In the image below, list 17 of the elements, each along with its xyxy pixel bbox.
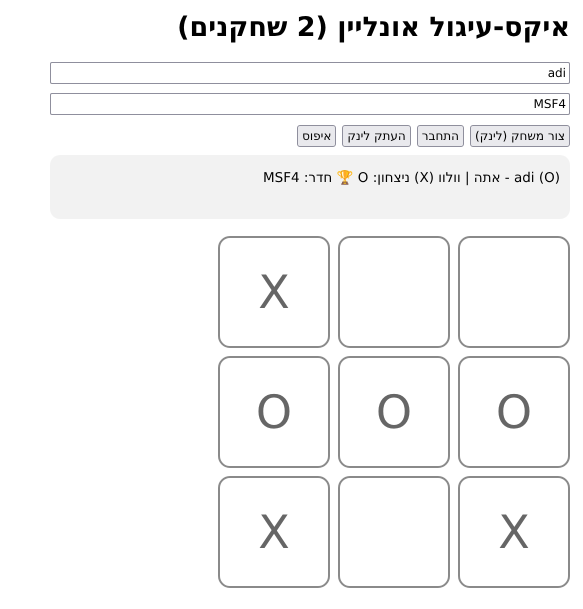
page-title: איקס-עיגול אונליין (2 שחקנים) (176, 11, 570, 45)
board-cell[interactable]: O (218, 356, 330, 468)
text-field[interactable]: adi (50, 62, 570, 84)
board-cell[interactable]: X (218, 236, 330, 348)
action-button[interactable]: צור משחק (לינק) (470, 125, 570, 147)
board-cell[interactable]: O (458, 356, 570, 468)
board-cell[interactable] (338, 236, 450, 348)
action-button[interactable]: התחבר (416, 125, 464, 147)
text-field[interactable]: MSF4 (50, 93, 570, 115)
board-cell[interactable]: O (338, 356, 450, 468)
board-cell[interactable]: X (218, 476, 330, 588)
action-button[interactable]: איפוס (297, 125, 336, 147)
board-cell[interactable] (338, 476, 450, 588)
board-cell[interactable] (458, 236, 570, 348)
action-button[interactable]: העתק לינק (342, 125, 411, 147)
board-cell[interactable]: X (458, 476, 570, 588)
status-text: adi (O) - אתה | וולוו (X) ניצחון: O 🏆 חדר: MSF4 (262, 170, 560, 186)
